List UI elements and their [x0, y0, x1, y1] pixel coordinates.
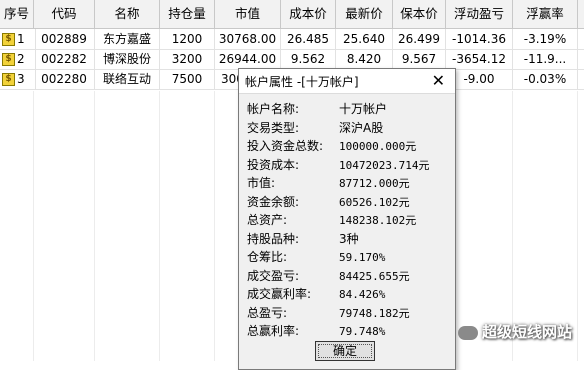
dialog-title: 帐户属性 -[十万帐户]: [245, 75, 359, 89]
field-value: 10472023.714元: [339, 159, 430, 172]
row-pnl: -1014.36: [446, 29, 513, 49]
dollar-icon: $: [2, 53, 15, 66]
field-cash-balance: 资金余额: 60526.102元: [247, 193, 410, 210]
watermark-text: 超级短线网站: [482, 323, 573, 341]
row-code: 002889: [34, 29, 95, 49]
watermark: 超级短线网站: [458, 321, 572, 342]
field-total-pnl: 总盈亏: 79748.182元: [247, 304, 410, 321]
row-name: 博深股份: [95, 49, 160, 69]
row-name: 东方嘉盛: [95, 29, 160, 49]
header-cost[interactable]: 成本价: [281, 0, 336, 28]
focus-ring: [318, 344, 372, 358]
field-label: 持股品种:: [247, 232, 300, 246]
row-name: 联络互动: [95, 69, 160, 89]
header-index[interactable]: 序号: [0, 0, 34, 28]
ok-button[interactable]: 确定: [315, 341, 375, 361]
dialog-titlebar[interactable]: 帐户属性 -[十万帐户] ✕: [239, 69, 455, 94]
field-value: 深沪A股: [339, 121, 384, 135]
column-divider: [33, 91, 34, 361]
field-label: 投入资金总数:: [247, 139, 324, 153]
field-value: 84.426%: [339, 288, 386, 301]
field-account-name: 帐户名称: 十万帐户: [247, 100, 387, 117]
column-divider: [214, 91, 215, 361]
field-total-assets: 总资产: 148238.102元: [247, 211, 416, 228]
field-value: 60526.102元: [339, 196, 410, 209]
field-trade-pnl: 成交盈亏: 84425.655元: [247, 267, 410, 284]
header-breakeven[interactable]: 保本价: [393, 0, 446, 28]
field-label: 总赢利率:: [247, 324, 300, 338]
row-value: 30768.00: [215, 29, 281, 49]
field-label: 交易类型:: [247, 121, 300, 135]
column-divider: [94, 91, 95, 361]
field-label: 帐户名称:: [247, 102, 300, 116]
row-breakeven: 9.567: [393, 49, 446, 69]
field-value: 148238.102元: [339, 214, 417, 227]
header-name[interactable]: 名称: [95, 0, 160, 28]
field-position-ratio: 仓筹比: 59.170%: [247, 248, 385, 265]
row-pnl: -9.00: [446, 69, 513, 89]
field-label: 资金余额:: [247, 195, 300, 209]
row-qty: 3200: [160, 49, 215, 69]
field-label: 成交赢利率:: [247, 287, 312, 301]
row-index: 3: [17, 72, 25, 86]
row-rate: -0.03%: [513, 69, 578, 89]
table-header: 序号 代码 名称 持仓量 市值 成本价 最新价 保本价 浮动盈亏 浮赢率: [0, 0, 584, 29]
row-value: 26944.00: [215, 49, 281, 69]
row-cost: 9.562: [281, 49, 336, 69]
field-label: 总资产:: [247, 213, 288, 227]
header-code[interactable]: 代码: [34, 0, 95, 28]
column-divider: [159, 91, 160, 361]
field-value: 59.170%: [339, 251, 386, 264]
field-trade-type: 交易类型: 深沪A股: [247, 119, 383, 136]
field-value: 十万帐户: [339, 102, 388, 116]
field-value: 79748.182元: [339, 307, 410, 320]
field-label: 总盈亏:: [247, 306, 288, 320]
column-divider: [577, 91, 578, 361]
row-cost: 26.485: [281, 29, 336, 49]
row-qty: 1200: [160, 29, 215, 49]
row-breakeven: 26.499: [393, 29, 446, 49]
row-index: 1: [17, 32, 25, 46]
row-last: 8.420: [336, 49, 393, 69]
row-pnl: -3654.12: [446, 49, 513, 69]
row-code: 002282: [34, 49, 95, 69]
field-investment-cost: 投资成本: 10472023.714元: [247, 156, 429, 173]
header-pnl[interactable]: 浮动盈亏: [446, 0, 513, 28]
field-label: 市值:: [247, 176, 276, 190]
row-index-cell: $1: [0, 29, 36, 49]
header-qty[interactable]: 持仓量: [160, 0, 215, 28]
row-code: 002280: [34, 69, 95, 89]
field-value: 87712.000元: [339, 177, 410, 190]
field-total-capital: 投入资金总数: 100000.000元: [247, 137, 416, 154]
header-rate[interactable]: 浮赢率: [513, 0, 578, 28]
row-qty: 7500: [160, 69, 215, 89]
row-rate: -11.9...: [513, 49, 578, 69]
row-last: 25.640: [336, 29, 393, 49]
field-market-value: 市值: 87712.000元: [247, 174, 410, 191]
field-value: 84425.655元: [339, 270, 410, 283]
field-value: 79.748%: [339, 325, 386, 338]
row-index-cell: $3: [0, 69, 36, 89]
row-rate: -3.19%: [513, 29, 578, 49]
field-label: 仓筹比:: [247, 250, 288, 264]
dollar-icon: $: [2, 73, 15, 86]
close-icon[interactable]: ✕: [432, 71, 445, 90]
field-total-profit-rate: 总赢利率: 79.748%: [247, 322, 385, 339]
field-trade-profit-rate: 成交赢利率: 84.426%: [247, 285, 385, 302]
row-index-cell: $2: [0, 49, 36, 69]
field-label: 投资成本:: [247, 158, 300, 172]
account-properties-dialog: 帐户属性 -[十万帐户] ✕ 帐户名称: 十万帐户 交易类型: 深沪A股 投入资金总…: [238, 68, 456, 370]
field-value: 100000.000元: [339, 140, 417, 153]
field-value: 3种: [339, 232, 359, 246]
wechat-icon: [458, 325, 478, 340]
field-label: 成交盈亏:: [247, 269, 300, 283]
dollar-icon: $: [2, 33, 15, 46]
row-index: 2: [17, 52, 25, 66]
field-holding-count: 持股品种: 3种: [247, 230, 359, 247]
header-value[interactable]: 市值: [215, 0, 281, 28]
table-row[interactable]: $1 002889 东方嘉盛 1200 30768.00 26.485 25.6…: [0, 29, 584, 50]
table-row[interactable]: $2 002282 博深股份 3200 26944.00 9.562 8.420…: [0, 49, 584, 70]
header-last[interactable]: 最新价: [336, 0, 393, 28]
